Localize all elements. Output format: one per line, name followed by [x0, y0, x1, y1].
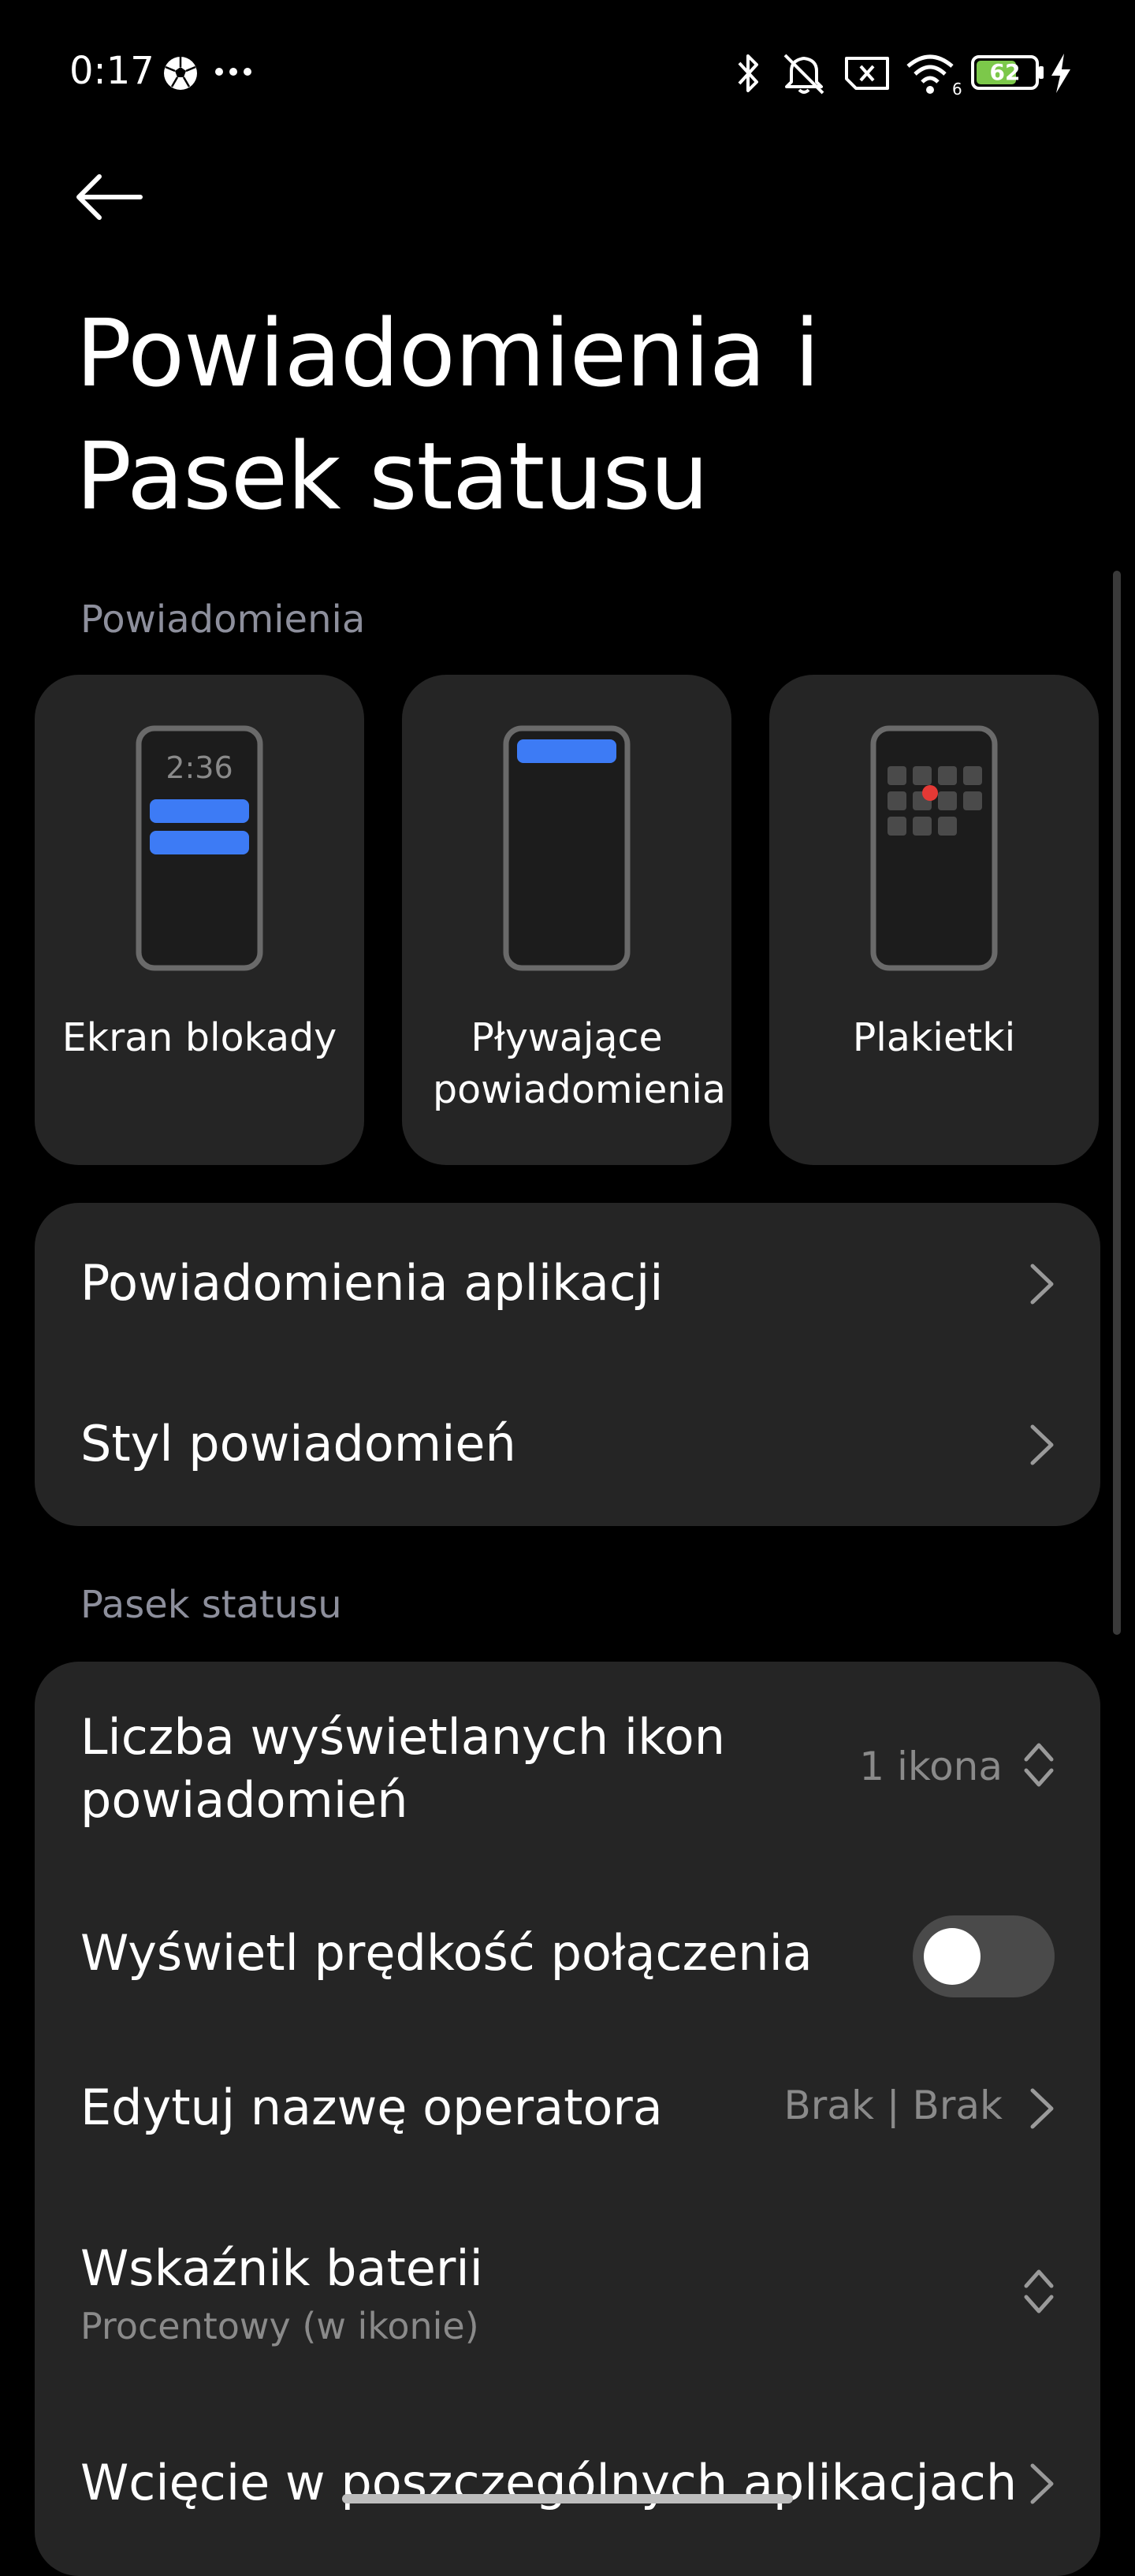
row-edit-carrier-name[interactable]: Edytuj nazwę operatora Brak | Brak: [35, 2032, 1100, 2190]
row-notification-icons-count[interactable]: Liczba wyświetlanych ikon powiadomień 1 …: [35, 1662, 1100, 1882]
connection-speed-toggle[interactable]: [913, 1915, 1055, 1997]
tile-badges[interactable]: Plakietki: [769, 675, 1099, 1165]
toggle-knob: [924, 1928, 981, 1985]
chevron-right-icon: [1030, 1264, 1054, 1305]
preview-time: 2:36: [166, 750, 233, 785]
row-per-app-cutout[interactable]: Wcięcie w poszczególnych aplikacjach: [35, 2395, 1100, 2576]
battery-level: 62: [989, 59, 1021, 85]
no-sim-icon: [845, 57, 889, 90]
chevron-right-icon: [1030, 2088, 1054, 2129]
chevron-right-icon: [1030, 2463, 1054, 2504]
tile-lock-screen[interactable]: 2:36 Ekran blokady: [35, 675, 364, 1165]
soccer-ball-icon: [164, 57, 197, 90]
row-battery-indicator[interactable]: Wskaźnik baterii Procentowy (w ikonie): [35, 2190, 1100, 2395]
tile-floating-notifications[interactable]: Pływające powiadomienia: [402, 675, 731, 1165]
tile-label: Plakietki: [852, 1015, 1016, 1060]
status-bar: 0:17 6 62: [0, 0, 1135, 142]
back-arrow-icon: [76, 174, 143, 220]
chevron-up-down-icon: [1024, 2269, 1054, 2314]
wifi-icon: 6: [906, 54, 962, 96]
row-label: Wcięcie w poszczególnych aplikacjach: [80, 2454, 1018, 2511]
notifications-settings-card: Powiadomienia aplikacji Styl powiadomień: [35, 1203, 1100, 1526]
chevron-up-down-icon: [1024, 1743, 1054, 1787]
badges-preview: [870, 725, 998, 971]
row-label: Liczba wyświetlanych ikon powiadomień: [80, 1708, 725, 1829]
page-title: Powiadomienia i Pasek statusu: [76, 299, 820, 530]
tile-label: Pływające powiadomienia: [433, 1015, 727, 1112]
row-notification-style[interactable]: Styl powiadomień: [35, 1364, 1100, 1526]
row-label: Powiadomienia aplikacji: [80, 1254, 664, 1312]
tile-label: Ekran blokady: [61, 1015, 337, 1060]
battery-cap: [1039, 66, 1044, 79]
lock-screen-preview: 2:36: [136, 725, 263, 971]
row-label: Wskaźnik baterii: [80, 2239, 483, 2297]
row-label: Edytuj nazwę operatora: [80, 2079, 663, 2136]
row-show-connection-speed[interactable]: Wyświetl prędkość połączenia: [35, 1882, 1100, 2032]
svg-text:6: 6: [952, 80, 962, 96]
row-value: 1 ikona: [859, 1744, 1003, 1789]
row-app-notifications[interactable]: Powiadomienia aplikacji: [35, 1203, 1100, 1364]
row-label: Wyświetl prędkość połączenia: [80, 1924, 813, 1982]
charging-bolt-icon: [1051, 54, 1070, 93]
back-button[interactable]: [76, 166, 161, 229]
section-header-status-bar: Pasek statusu: [80, 1583, 342, 1627]
bell-muted-icon: [783, 54, 824, 95]
bluetooth-icon: [738, 54, 758, 92]
section-header-notifications: Powiadomienia: [80, 597, 366, 642]
home-indicator[interactable]: [342, 2494, 793, 2503]
row-value: Brak | Brak: [783, 2083, 1003, 2128]
status-time: 0:17: [69, 49, 154, 93]
row-subtitle: Procentowy (w ikonie): [80, 2305, 479, 2347]
row-label: Styl powiadomień: [80, 1415, 516, 1472]
chevron-right-icon: [1030, 1424, 1054, 1465]
more-dots-icon: [215, 68, 251, 76]
battery-icon: 62: [971, 55, 1039, 90]
scrollbar[interactable]: [1113, 571, 1121, 1635]
floating-preview: [503, 725, 631, 971]
status-bar-settings-card: Liczba wyświetlanych ikon powiadomień 1 …: [35, 1662, 1100, 2576]
